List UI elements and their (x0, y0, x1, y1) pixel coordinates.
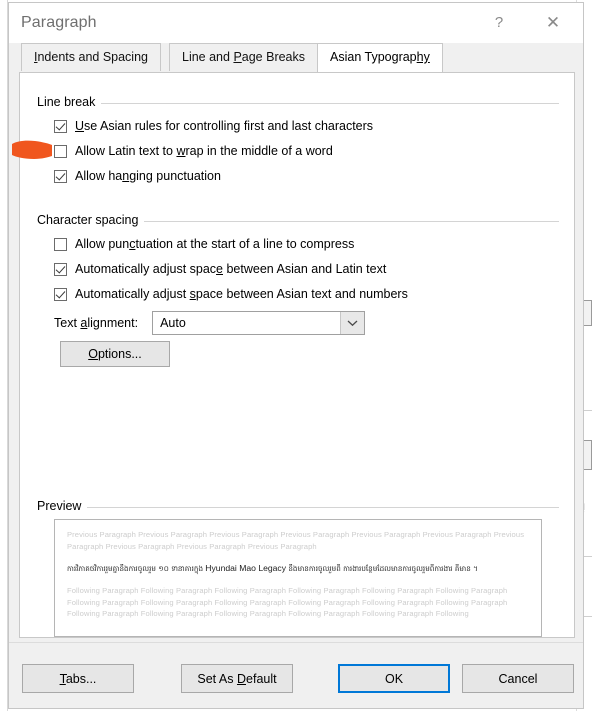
chevron-down-icon[interactable] (340, 312, 365, 334)
label-allow-latin-wrap: Allow Latin text to wrap in the middle o… (75, 144, 333, 158)
checkbox-row-hanging-punctuation[interactable]: Allow hanging punctuation (54, 169, 221, 184)
label-allow-hanging-punctuation: Allow hanging punctuation (75, 169, 221, 183)
checkbox-adjust-asian-numbers-space[interactable] (54, 288, 67, 301)
paragraph-dialog: Paragraph ? ✕ Indents and Spacing Line a… (8, 2, 584, 709)
checkbox-row-asian-numbers-space[interactable]: Automatically adjust space between Asian… (54, 287, 408, 302)
options-button[interactable]: Options... (60, 341, 170, 367)
ok-button[interactable]: OK (338, 664, 450, 693)
checkbox-row-asian-rules[interactable]: Use Asian rules for controlling first an… (54, 119, 373, 134)
group-title-line-break: Line break (37, 95, 102, 109)
checkbox-adjust-asian-latin-space[interactable] (54, 263, 67, 276)
preview-following-paragraph: Following Paragraph Following Paragraph … (67, 586, 508, 618)
cancel-button[interactable]: Cancel (462, 664, 574, 693)
preview-box: Previous Paragraph Previous Paragraph Pr… (54, 519, 542, 637)
tab-strip: Indents and Spacing Line and Page Breaks… (9, 43, 583, 72)
label-adjust-asian-latin-space: Automatically adjust space between Asian… (75, 262, 387, 276)
help-icon[interactable]: ? (477, 3, 521, 43)
dialog-title: Paragraph (21, 14, 97, 31)
text-alignment-value: Auto (160, 316, 186, 330)
checkbox-row-punctuation-compress[interactable]: Allow punctuation at the start of a line… (54, 237, 354, 252)
label-text-alignment: Text alignment: (54, 316, 139, 330)
tab-indents-and-spacing[interactable]: Indents and Spacing (21, 43, 161, 71)
text-alignment-row: Text alignment: Auto (54, 311, 366, 335)
dialog-titlebar: Paragraph ? ✕ (9, 3, 583, 43)
checkbox-use-asian-rules[interactable] (54, 120, 67, 133)
checkbox-allow-punctuation-compress[interactable] (54, 238, 67, 251)
preview-current-before: ការវិភាគថវិការរួមគ្នានឹងការចូលរួម ១០ ទាន… (67, 564, 206, 573)
label-allow-punctuation-compress: Allow punctuation at the start of a line… (75, 237, 355, 251)
group-title-character-spacing: Character spacing (37, 213, 145, 227)
checkbox-row-latin-wrap[interactable]: Allow Latin text to wrap in the middle o… (54, 144, 333, 159)
text-alignment-select[interactable]: Auto (152, 311, 366, 335)
group-divider (37, 507, 559, 508)
group-divider (37, 103, 559, 104)
preview-previous-paragraph: Previous Paragraph Previous Paragraph Pr… (67, 530, 525, 551)
preview-current-latin: Hyundai Mao Legacy (205, 563, 287, 573)
close-icon[interactable]: ✕ (531, 3, 575, 43)
checkbox-row-asian-latin-space[interactable]: Automatically adjust space between Asian… (54, 262, 386, 277)
preview-current-tail: មាន ។ (459, 564, 478, 573)
set-as-default-button[interactable]: Set As Default (181, 664, 293, 693)
checkbox-allow-hanging-punctuation[interactable] (54, 170, 67, 183)
preview-current-after: នឹងមានការចូលរួមពី ការងារបន្ថែមដែលមានការច… (286, 564, 460, 573)
background-left-strip (0, 0, 8, 711)
tab-panel-asian-typography: Line break Use Asian rules for controlli… (19, 72, 575, 638)
tab-line-and-page-breaks[interactable]: Line and Page Breaks (169, 43, 319, 71)
checkbox-allow-latin-wrap[interactable] (54, 145, 67, 158)
group-title-preview: Preview (37, 499, 88, 513)
dialog-button-bar: Tabs... Set As Default OK Cancel (9, 642, 583, 708)
label-use-asian-rules: Use Asian rules for controlling first an… (75, 119, 374, 133)
label-adjust-asian-numbers-space: Automatically adjust space between Asian… (75, 287, 408, 301)
tab-asian-typography[interactable]: Asian Typography (317, 43, 443, 72)
tabs-button[interactable]: Tabs... (22, 664, 134, 693)
preview-current-paragraph: ការវិភាគថវិការរួមគ្នានឹងការចូលរួម ១០ ទាន… (67, 561, 529, 576)
